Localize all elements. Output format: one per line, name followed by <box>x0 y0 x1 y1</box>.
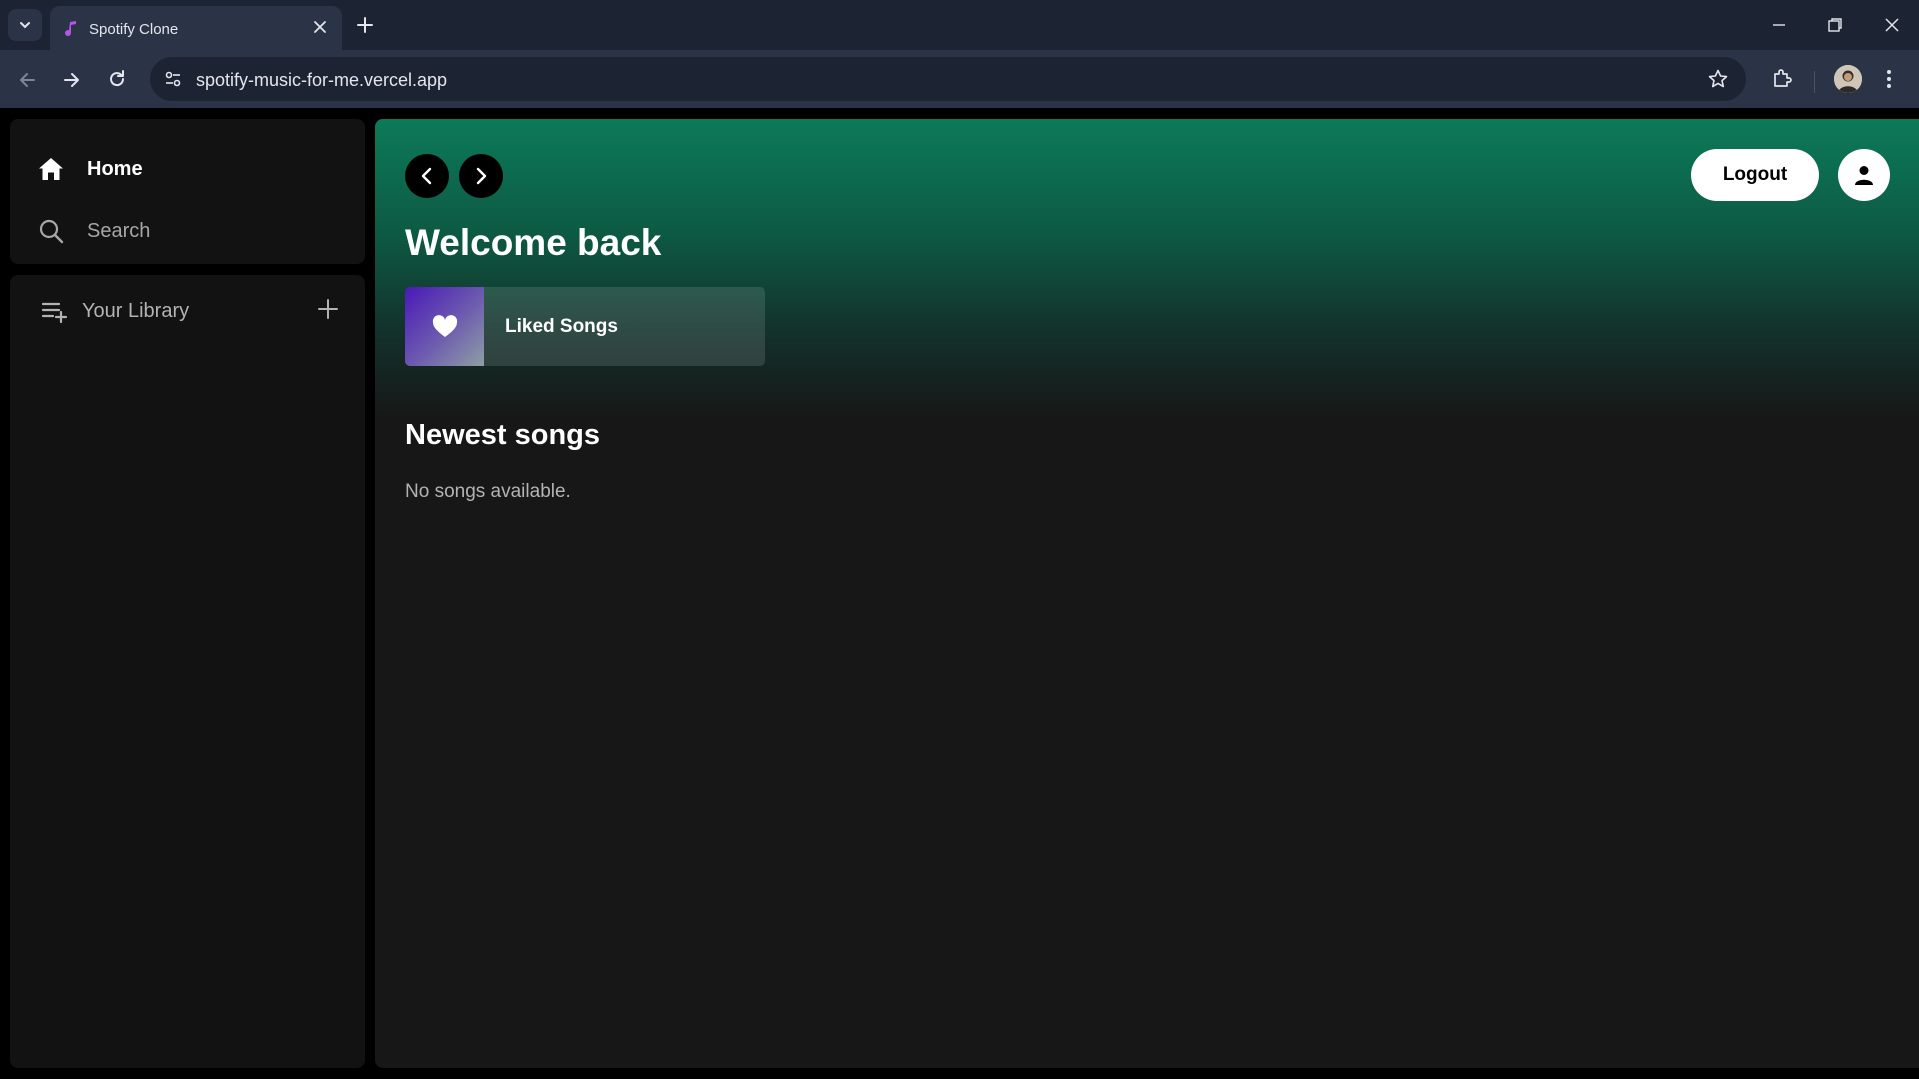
forward-button[interactable] <box>459 154 503 198</box>
restore-icon[interactable] <box>1826 16 1844 34</box>
logout-button[interactable]: Logout <box>1691 149 1819 201</box>
library-header[interactable]: Your Library <box>40 297 189 325</box>
profile-avatar[interactable] <box>1834 65 1862 93</box>
close-icon[interactable] <box>312 19 328 35</box>
chevron-right-icon <box>476 167 487 185</box>
search-icon <box>39 219 64 244</box>
arrow-left-icon[interactable] <box>16 69 38 91</box>
tab-search-button[interactable] <box>8 9 42 41</box>
new-tab-icon[interactable] <box>354 14 376 36</box>
liked-songs-art <box>405 287 484 366</box>
heart-icon <box>432 314 457 337</box>
library-label: Your Library <box>82 299 190 322</box>
browser-toolbar: spotify-music-for-me.vercel.app <box>0 50 1919 108</box>
library-icon <box>41 302 68 324</box>
more-vert-icon[interactable] <box>1885 68 1893 90</box>
browser-tab[interactable]: Spotify Clone <box>50 6 342 50</box>
address-bar[interactable]: spotify-music-for-me.vercel.app <box>150 57 1746 101</box>
bookmark-star-icon[interactable] <box>1707 68 1729 90</box>
music-note-icon <box>65 21 76 37</box>
minimize-icon[interactable] <box>1770 16 1788 34</box>
back-button[interactable] <box>405 154 449 198</box>
site-info-icon[interactable] <box>162 68 184 90</box>
browser-titlebar: Spotify Clone <box>0 0 1919 50</box>
sidebar-item-label: Home <box>87 157 143 180</box>
newest-songs-heading: Newest songs <box>405 419 600 451</box>
liked-songs-title: Liked Songs <box>505 316 618 337</box>
url-text[interactable]: spotify-music-for-me.vercel.app <box>196 70 447 91</box>
tab-title: Spotify Clone <box>89 21 179 38</box>
main-content: Logout Welcome back Liked Songs Newest s… <box>375 119 1919 1068</box>
empty-state-message: No songs available. <box>405 481 571 502</box>
arrow-right-icon[interactable] <box>61 69 83 91</box>
window-close-icon[interactable] <box>1882 15 1902 35</box>
app-root: Home Search Your Library Logout Welcome … <box>0 108 1919 1079</box>
header-gradient <box>375 119 1919 419</box>
sidebar-item-home[interactable]: Home <box>37 155 143 183</box>
chevron-down-icon <box>20 22 30 29</box>
user-profile-button[interactable] <box>1838 149 1890 201</box>
plus-icon[interactable] <box>316 297 340 321</box>
liked-songs-card[interactable]: Liked Songs <box>405 287 765 366</box>
reload-icon[interactable] <box>106 68 128 90</box>
toolbar-divider <box>1814 71 1815 93</box>
sidebar-item-search[interactable]: Search <box>37 217 150 245</box>
home-icon <box>39 158 63 180</box>
library-panel: Your Library <box>10 275 365 1068</box>
profile-avatar-image <box>1834 65 1862 93</box>
extensions-puzzle-icon[interactable] <box>1770 66 1794 90</box>
page-title: Welcome back <box>405 222 662 263</box>
sidebar-nav-panel: Home Search <box>10 119 365 264</box>
user-icon <box>1855 166 1873 185</box>
chevron-left-icon <box>421 167 432 185</box>
sidebar-item-label: Search <box>87 219 151 242</box>
